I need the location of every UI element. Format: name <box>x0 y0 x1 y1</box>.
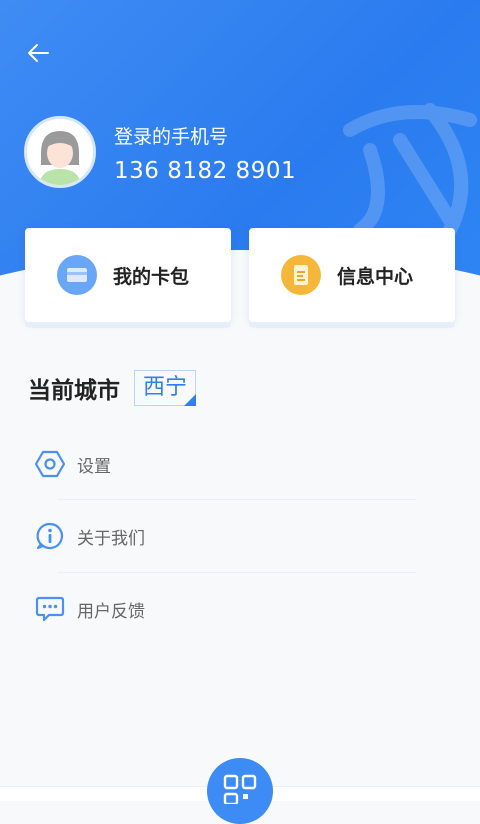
card-wallet-icon-circle <box>57 255 97 295</box>
menu-item-about[interactable]: 关于我们 <box>34 511 416 561</box>
login-phone-label: 登录的手机号 <box>114 126 229 148</box>
card-info-label: 信息中心 <box>337 265 414 288</box>
menu-divider <box>58 572 416 573</box>
city-calligraphy-watermark-icon <box>343 103 477 237</box>
info-icon <box>36 522 64 550</box>
avatar[interactable] <box>24 116 96 188</box>
settings-icon-wrap <box>34 448 66 480</box>
card-info-center[interactable]: 信息中心 <box>249 228 455 322</box>
city-selector[interactable]: 西宁 <box>134 370 197 406</box>
menu-item-feedback[interactable]: 用户反馈 <box>34 584 416 634</box>
city-value: 西宁 <box>143 375 188 400</box>
qr-code-button[interactable] <box>207 758 273 824</box>
user-avatar-icon <box>27 119 93 185</box>
current-city-title: 当前城市 <box>28 378 120 404</box>
card-wallet[interactable]: 我的卡包 <box>25 228 231 322</box>
city-chip-corner <box>184 394 197 406</box>
menu-label-feedback: 用户反馈 <box>77 601 145 622</box>
phone-number: 136 8182 8901 <box>114 158 297 184</box>
current-city-row: 当前城市 西宁 <box>28 370 197 406</box>
feedback-chat-icon <box>35 596 65 622</box>
feedback-icon-wrap <box>34 593 66 625</box>
menu-item-settings[interactable]: 设置 <box>34 439 416 489</box>
menu-label-settings: 设置 <box>77 456 111 477</box>
menu-divider <box>58 499 416 500</box>
document-icon <box>294 265 308 285</box>
about-icon-wrap <box>34 520 66 552</box>
back-button[interactable] <box>20 38 56 68</box>
wallet-card-icon <box>67 268 87 282</box>
menu-label-about: 关于我们 <box>77 528 145 549</box>
settings-hexagon-icon <box>35 450 65 478</box>
arrow-left-icon <box>28 44 49 62</box>
card-info-icon-circle <box>281 255 321 295</box>
card-wallet-label: 我的卡包 <box>113 265 190 288</box>
